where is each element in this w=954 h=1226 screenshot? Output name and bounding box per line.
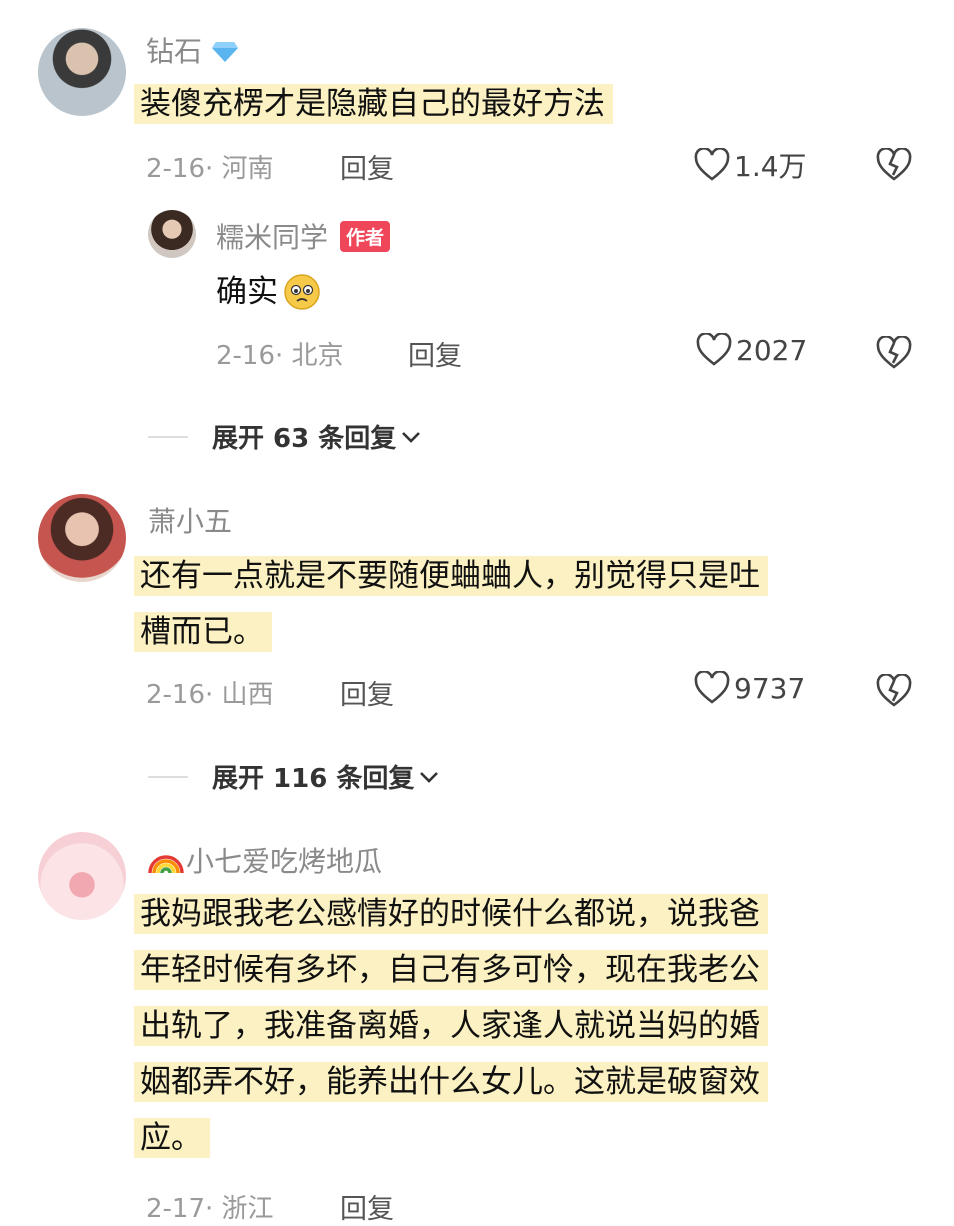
chevron-down-icon	[420, 771, 439, 783]
reply-button[interactable]: 回复	[340, 1187, 394, 1226]
reply-username[interactable]: 糯米同学 作者	[216, 216, 391, 256]
avatar[interactable]	[38, 832, 126, 920]
rainbow-icon	[148, 855, 184, 874]
dislike-icon[interactable]	[876, 336, 912, 370]
expand-replies-button[interactable]: 展开 63 条回复	[148, 418, 422, 455]
comment-text: 装傻充楞才是隐藏自己的最好方法	[134, 76, 613, 132]
username[interactable]: 小七爱吃烤地瓜	[146, 840, 382, 880]
reply-text: 确实	[216, 264, 322, 320]
like-button[interactable]: 9737	[694, 671, 805, 705]
reply-button[interactable]: 回复	[340, 147, 394, 186]
expand-replies-button[interactable]: 展开 116 条回复	[148, 758, 440, 795]
comment-meta: 2-16· 山西	[146, 680, 274, 710]
like-button[interactable]: 2027	[696, 333, 807, 367]
comment-text: 还有一点就是不要随便蛐蛐人，别觉得只是吐 槽而已。	[134, 548, 768, 660]
avatar[interactable]	[38, 28, 126, 116]
avatar[interactable]	[38, 494, 126, 582]
reply-button[interactable]: 回复	[408, 334, 462, 373]
like-button[interactable]: 1.4万	[694, 145, 807, 185]
comment-meta: 2-16· 河南	[146, 154, 274, 184]
chevron-down-icon	[402, 431, 421, 443]
reply-avatar[interactable]	[148, 210, 196, 258]
heart-icon	[694, 148, 730, 181]
comment-text: 我妈跟我老公感情好的时候什么都说，说我爸 年轻时候有多坏，自己有多可怜，现在我老…	[134, 886, 768, 1166]
heart-icon	[694, 671, 730, 704]
comment-meta: 2-17· 浙江	[146, 1194, 274, 1224]
reply-button[interactable]: 回复	[340, 673, 394, 712]
diamond-icon	[211, 42, 238, 62]
divider	[148, 435, 188, 438]
dislike-icon[interactable]	[876, 148, 912, 182]
username[interactable]: 萧小五	[148, 500, 232, 540]
crying-face-icon	[284, 274, 320, 310]
author-badge: 作者	[340, 220, 391, 252]
dislike-icon[interactable]	[876, 674, 912, 708]
divider	[148, 775, 188, 778]
username[interactable]: 钻石	[146, 30, 239, 70]
like-count: 9737	[734, 671, 806, 705]
heart-icon	[696, 333, 732, 366]
like-count: 2027	[736, 333, 808, 367]
like-count: 1.4万	[734, 150, 807, 183]
reply-meta: 2-16· 北京	[216, 341, 344, 371]
